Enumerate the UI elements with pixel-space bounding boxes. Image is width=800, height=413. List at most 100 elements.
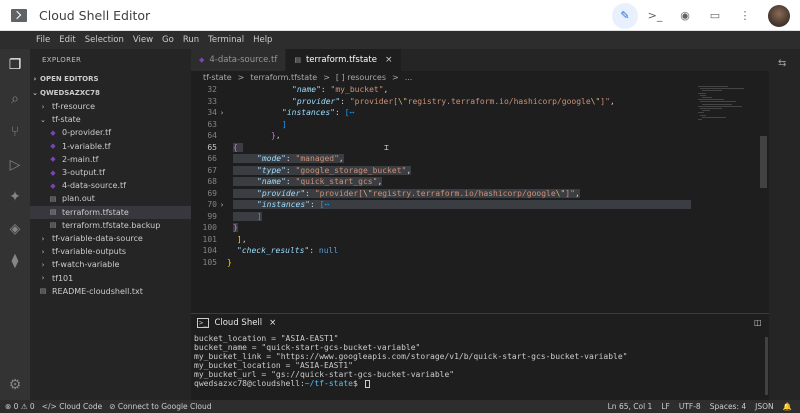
settings-gear-icon[interactable]: ⚙ bbox=[5, 375, 25, 395]
chevron-right-icon: › bbox=[41, 247, 45, 256]
file-item[interactable]: ▤ plan.out bbox=[30, 192, 191, 205]
code-line: 66 "mode": "managed", bbox=[207, 154, 344, 164]
file-icon: ▤ bbox=[49, 194, 57, 203]
file-item[interactable]: ▤ README-cloudshell.txt bbox=[30, 285, 191, 298]
file-item[interactable]: ▤ terraform.tfstate bbox=[30, 205, 191, 219]
folder-item[interactable]: › tf-watch-variable bbox=[30, 258, 191, 271]
menu-view[interactable]: View bbox=[133, 35, 153, 45]
chevron-right-icon: › bbox=[33, 74, 37, 83]
file-item[interactable]: ◆ 2-main.tf bbox=[30, 153, 191, 166]
status-bar: ⊗ 0 ⚠ 0 </> Cloud Code ⊘ Connect to Goog… bbox=[0, 400, 800, 413]
more-icon[interactable]: ⋮ bbox=[732, 3, 758, 29]
problems-indicator[interactable]: ⊗ 0 ⚠ 0 bbox=[5, 402, 35, 411]
menu-terminal[interactable]: Terminal bbox=[208, 35, 244, 45]
text-cursor-icon: ⌶ bbox=[384, 142, 389, 152]
terminal-scrollbar[interactable] bbox=[765, 337, 768, 395]
breadcrumb-resources[interactable]: [ ] resources bbox=[336, 73, 386, 82]
breadcrumb-file[interactable]: terraform.tfstate bbox=[250, 73, 317, 82]
open-editors-section[interactable]: › OPEN EDITORS bbox=[30, 72, 191, 85]
avatar[interactable] bbox=[768, 4, 790, 27]
tree-item-label: tf-resource bbox=[52, 102, 96, 111]
folder-item[interactable]: ⌄ tf-state bbox=[30, 113, 191, 126]
activity-bar: ❐ ⌕ ⑂ ▷ ✦ ◈ ⧫ ⚙ bbox=[0, 49, 30, 400]
menu-file[interactable]: File bbox=[36, 35, 50, 45]
menu-run[interactable]: Run bbox=[183, 35, 199, 45]
folder-item[interactable]: › tf-variable-data-source bbox=[30, 232, 191, 245]
code-line: 100 } bbox=[202, 223, 238, 233]
search-icon[interactable]: ⌕ bbox=[5, 89, 25, 109]
terminal-output[interactable]: bucket_location = "ASIA-EAST1" bucket_na… bbox=[191, 331, 769, 400]
close-icon[interactable]: × bbox=[385, 55, 393, 65]
workspace-section[interactable]: ⌄ QWEDSAZXC78 bbox=[30, 86, 191, 99]
chevron-right-icon: › bbox=[41, 260, 45, 269]
folder-item[interactable]: › tf-variable-outputs bbox=[30, 245, 191, 258]
language-mode[interactable]: JSON bbox=[755, 402, 774, 411]
link-icon: ⊘ bbox=[109, 402, 118, 411]
tree-item-label: tf-watch-variable bbox=[52, 260, 120, 270]
line-ending[interactable]: LF bbox=[661, 402, 670, 411]
split-terminal-icon[interactable]: ◫ bbox=[754, 318, 762, 327]
explorer-sidebar: EXPLORER › OPEN EDITORS ⌄ QWEDSAZXC78 › t… bbox=[30, 49, 191, 400]
code-editor[interactable]: 32 "name": "my_bucket", 33 "provider": "… bbox=[191, 84, 769, 313]
preview-icon[interactable]: ◉ bbox=[672, 3, 698, 29]
code-line: 70 › "instances": [⋯ bbox=[191, 199, 769, 211]
close-icon[interactable]: × bbox=[269, 318, 276, 328]
code-line: 101 ], bbox=[202, 234, 247, 244]
tab-4-data-source[interactable]: ◆ 4-data-source.tf bbox=[191, 49, 287, 71]
file-item[interactable]: ◆ 4-data-source.tf bbox=[30, 179, 191, 192]
cloud-code-icon[interactable]: ◈ bbox=[5, 219, 25, 239]
terminal-tab-label[interactable]: Cloud Shell bbox=[214, 318, 262, 328]
terminal-panel-header: >_ Cloud Shell × bbox=[191, 314, 769, 331]
breadcrumb-folder[interactable]: tf-state bbox=[203, 73, 232, 82]
run-debug-icon[interactable]: ▷ bbox=[5, 155, 25, 175]
chevron-right-icon: › bbox=[41, 102, 45, 111]
menu-selection[interactable]: Selection bbox=[85, 35, 124, 45]
workspace-label: QWEDSAZXC78 bbox=[40, 88, 100, 97]
tab-terraform-tfstate[interactable]: ▤ terraform.tfstate × bbox=[286, 49, 402, 71]
editor-tabs: ◆ 4-data-source.tf ▤ terraform.tfstate × bbox=[191, 49, 769, 71]
source-control-icon[interactable]: ⑂ bbox=[5, 122, 25, 142]
menu-edit[interactable]: Edit bbox=[59, 35, 75, 45]
chevron-down-icon: ⌄ bbox=[32, 88, 38, 97]
breadcrumb-more[interactable]: ... bbox=[405, 73, 413, 82]
chevron-right-icon: › bbox=[41, 274, 45, 283]
terraform-file-icon: ◆ bbox=[199, 56, 205, 64]
menu-help[interactable]: Help bbox=[253, 35, 272, 45]
file-icon: ▤ bbox=[294, 56, 301, 64]
terraform-icon[interactable]: ⧫ bbox=[5, 251, 25, 271]
file-icon: ▤ bbox=[39, 287, 47, 296]
code-line: 33 "provider": "provider[\"registry.terr… bbox=[207, 96, 615, 106]
menu-bar: File Edit Selection View Go Run Terminal… bbox=[0, 31, 800, 49]
right-toolbar: ⇆ bbox=[769, 49, 800, 400]
file-item[interactable]: ◆ 1-variable.tf bbox=[30, 140, 191, 153]
menu-go[interactable]: Go bbox=[162, 35, 174, 45]
tree-item-label: tf101 bbox=[52, 273, 74, 283]
cursor-position[interactable]: Ln 65, Col 1 bbox=[608, 402, 653, 411]
file-item[interactable]: ◆ 3-output.tf bbox=[30, 166, 191, 179]
explorer-icon[interactable]: ❐ bbox=[5, 55, 25, 75]
fold-chevron-icon[interactable]: › bbox=[217, 201, 227, 209]
tree-item-label: terraform.tfstate.backup bbox=[62, 220, 161, 230]
notifications-bell-icon[interactable]: 🔔 bbox=[783, 402, 792, 411]
indentation[interactable]: Spaces: 4 bbox=[710, 402, 746, 411]
connect-google-cloud[interactable]: ⊘ Connect to Google Cloud bbox=[109, 402, 211, 411]
tab-label: terraform.tfstate bbox=[305, 55, 377, 65]
terminal-prompt[interactable]: qwedsazxc78@cloudshell:~/tf-state$ bbox=[194, 379, 769, 388]
breadcrumb: tf-state > terraform.tfstate > [ ] resou… bbox=[191, 71, 769, 84]
cloud-code-status[interactable]: </> Cloud Code bbox=[42, 402, 103, 411]
folder-item[interactable]: › tf-resource bbox=[30, 100, 191, 113]
chevron-right-icon: › bbox=[41, 234, 45, 243]
edit-icon[interactable]: ✎ bbox=[612, 2, 638, 29]
fold-chevron-icon[interactable]: › bbox=[217, 109, 227, 117]
file-item[interactable]: ◆ 0-provider.tf bbox=[30, 126, 191, 139]
layout-icon[interactable]: ▭ bbox=[702, 3, 728, 29]
folder-item[interactable]: › tf101 bbox=[30, 272, 191, 285]
encoding[interactable]: UTF-8 bbox=[679, 402, 701, 411]
code-line: 69 "provider": "provider[\"registry.terr… bbox=[207, 188, 580, 198]
customize-layout-icon[interactable]: ⇆ bbox=[778, 58, 786, 69]
extensions-icon[interactable]: ✦ bbox=[5, 187, 25, 207]
code-line: 68 "name": "quick_start_gcs", bbox=[207, 177, 383, 187]
terminal-icon[interactable]: >_ bbox=[642, 3, 668, 29]
code-line: 99 ] bbox=[207, 211, 262, 221]
file-item[interactable]: ▤ terraform.tfstate.backup bbox=[30, 219, 191, 232]
